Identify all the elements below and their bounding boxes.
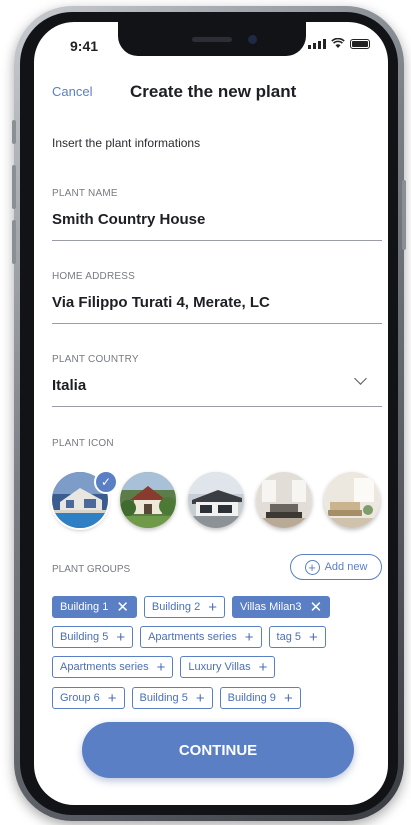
plant-country-underline xyxy=(52,406,382,407)
group-tag[interactable]: Building 1 ✕ xyxy=(52,596,137,618)
screen: 9:41 Cancel Create the new plant Insert … xyxy=(34,22,388,805)
power-button xyxy=(402,180,406,250)
check-icon: ✓ xyxy=(94,470,118,494)
add-icon[interactable]: + xyxy=(208,600,217,615)
remove-icon[interactable]: ✕ xyxy=(116,600,129,615)
group-tag[interactable]: Building 9 + xyxy=(219,687,301,709)
plant-name-field[interactable]: Smith Country House xyxy=(52,211,205,228)
plus-circle-icon: + xyxy=(304,559,320,575)
add-icon[interactable]: + xyxy=(245,630,254,645)
add-icon[interactable]: + xyxy=(108,691,117,706)
plant-icon-label: PLANT ICON xyxy=(52,438,114,449)
volume-down-button xyxy=(12,220,16,264)
garden-house-photo-icon[interactable] xyxy=(120,472,176,528)
add-icon[interactable]: + xyxy=(284,691,293,706)
plant-icon-picker: ✓ xyxy=(52,470,380,528)
add-icon[interactable]: + xyxy=(196,691,205,706)
home-address-field[interactable]: Via Filippo Turati 4, Merate, LC xyxy=(52,294,270,311)
group-tag-label: tag 5 xyxy=(276,631,301,643)
plant-country-select[interactable]: Italia xyxy=(52,377,86,394)
add-icon[interactable]: + xyxy=(259,660,268,675)
group-tag-label: Luxury Villas xyxy=(188,661,251,673)
group-tag-label: Group 6 xyxy=(60,692,100,704)
wifi-icon xyxy=(331,38,345,48)
group-tags-row-4: Group 6 + Building 5 + Building 9 + xyxy=(52,687,301,709)
group-tag-label: Apartments series xyxy=(60,661,149,673)
group-tag-label: Building 9 xyxy=(227,692,276,704)
add-icon[interactable]: + xyxy=(157,660,166,675)
group-tag-label: Villas Milan3 xyxy=(240,601,302,613)
group-tag[interactable]: Building 5 + xyxy=(52,626,134,648)
add-new-group-button[interactable]: + Add new xyxy=(290,554,382,580)
group-tags-row-1: Building 1 ✕ Building 2 + Villas Milan3 ✕ xyxy=(52,596,331,618)
group-tag[interactable]: Building 5 + xyxy=(131,687,213,709)
group-tag-label: Building 5 xyxy=(60,631,109,643)
group-tag[interactable]: tag 5 + xyxy=(268,626,326,648)
mute-switch xyxy=(12,120,16,144)
group-tags-row-2: Building 5 + Apartments series + tag 5 + xyxy=(52,626,326,648)
group-tags-row-3: Apartments series + Luxury Villas + xyxy=(52,656,276,678)
battery-icon xyxy=(350,39,370,49)
home-address-underline xyxy=(52,323,382,324)
notch xyxy=(118,22,306,56)
plant-groups-label: PLANT GROUPS xyxy=(52,564,131,575)
camera xyxy=(248,35,257,44)
group-tag-label: Building 2 xyxy=(151,601,201,613)
group-tag[interactable]: Apartments series + xyxy=(52,656,174,678)
add-icon[interactable]: + xyxy=(116,630,125,645)
interior-room-photo-icon[interactable] xyxy=(256,472,312,528)
group-tag[interactable]: Group 6 + xyxy=(52,687,125,709)
group-tag[interactable]: Villas Milan3 ✕ xyxy=(232,596,331,618)
group-tag[interactable]: Apartments series + xyxy=(140,626,262,648)
speaker xyxy=(192,37,232,42)
plant-country-label: PLANT COUNTRY xyxy=(52,354,139,365)
add-icon[interactable]: + xyxy=(309,630,318,645)
page-title: Create the new plant xyxy=(130,82,297,101)
chevron-down-icon[interactable] xyxy=(354,372,367,385)
plant-icon-option-1[interactable]: ✓ xyxy=(52,470,118,528)
group-tag-label: Apartments series xyxy=(148,631,237,643)
group-tag[interactable]: Luxury Villas + xyxy=(180,656,276,678)
status-time: 9:41 xyxy=(70,38,99,54)
status-icons xyxy=(308,38,370,49)
continue-button[interactable]: CONTINUE xyxy=(82,722,354,778)
group-tag-label: Building 1 xyxy=(60,601,109,613)
remove-icon[interactable]: ✕ xyxy=(310,600,323,615)
volume-up-button xyxy=(12,165,16,209)
group-tag-label: Building 5 xyxy=(139,692,188,704)
living-room-photo-icon[interactable] xyxy=(324,472,380,528)
add-new-label: Add new xyxy=(324,561,368,573)
plant-name-label: PLANT NAME xyxy=(52,188,118,199)
group-tag[interactable]: Building 2 + xyxy=(143,596,225,618)
modern-villa-photo-icon[interactable] xyxy=(188,472,244,528)
plant-name-underline xyxy=(52,240,382,241)
home-address-label: HOME ADDRESS xyxy=(52,271,135,282)
cancel-button[interactable]: Cancel xyxy=(52,84,92,99)
form-subtitle: Insert the plant informations xyxy=(52,136,201,150)
signal-icon xyxy=(308,38,326,49)
